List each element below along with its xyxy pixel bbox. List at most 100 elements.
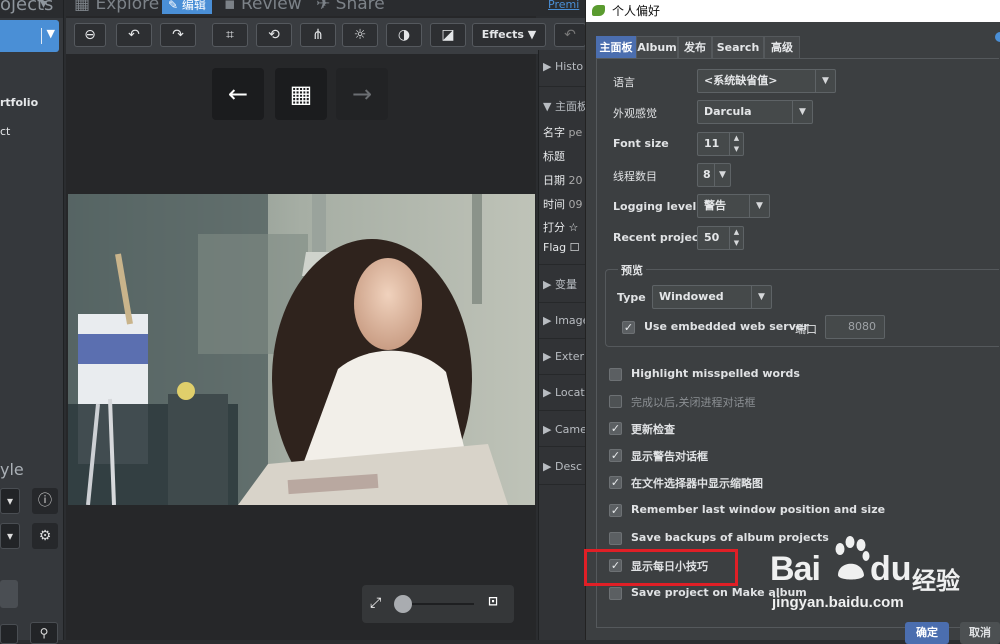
chevron-down-icon: ▼	[714, 164, 730, 186]
divider	[539, 338, 589, 339]
tab-review[interactable]: ▪ Review	[224, 0, 302, 14]
rotate-left-icon[interactable]: ↶	[116, 23, 152, 47]
premium-link[interactable]: Premi	[548, 0, 579, 11]
appearance-select[interactable]: Darcula ▼	[697, 100, 813, 124]
style-dropdown[interactable]: ▾	[0, 488, 20, 514]
ok-button[interactable]: 确定	[905, 622, 949, 644]
info-icon[interactable]: ⓘ	[32, 488, 58, 514]
recent-projects-spinner[interactable]: 50 ▲ ▼	[697, 226, 744, 250]
photo-image	[68, 194, 535, 505]
checkbox-icon[interactable]: ✓	[609, 504, 622, 517]
cancel-button[interactable]: 取消	[960, 622, 1000, 644]
project-select[interactable]: ▼	[0, 20, 59, 52]
section-variables[interactable]: ▶ 变量	[543, 276, 577, 292]
remove-icon[interactable]: ⊖	[74, 23, 106, 47]
tab-search[interactable]: Search	[712, 36, 764, 58]
section-history[interactable]: ▶ Histo	[543, 60, 583, 73]
zoom-slider-knob[interactable]	[394, 595, 412, 613]
logging-level-select[interactable]: 警告 ▼	[697, 194, 770, 218]
checkbox-icon[interactable]: ✓	[609, 449, 622, 462]
crop-icon[interactable]: ⌗	[212, 23, 248, 47]
threads-select[interactable]: 8 ▼	[697, 163, 731, 187]
highlight-annotation	[584, 549, 738, 586]
language-select[interactable]: <系统缺省值> ▼	[697, 69, 836, 93]
section-location[interactable]: ▶ Locat	[543, 386, 585, 399]
show-warning-dialog-checkbox[interactable]: ✓ 显示警告对话框	[609, 448, 909, 464]
search-icon[interactable]: ⚲	[30, 622, 58, 644]
remember-window-checkbox[interactable]: ✓ Remember last window position and size	[609, 503, 909, 519]
left-item-project[interactable]: ct	[0, 125, 10, 138]
field-flag[interactable]: Flag ☐	[543, 241, 579, 254]
spinner-arrows-icon[interactable]: ▲ ▼	[729, 227, 743, 249]
section-image[interactable]: ▶ Image	[543, 314, 589, 327]
checkbox-icon[interactable]: ✓	[609, 422, 622, 435]
levels-icon[interactable]: ◪	[430, 23, 466, 47]
checkbox-icon[interactable]	[609, 368, 622, 381]
edit-toolbar: ⊖ ↶ ↷ ⌗ ⟲ ⋔ ☼ ◑ ◪ Effects ▼ ↶	[66, 18, 586, 54]
checkbox-icon[interactable]: ✓	[609, 476, 622, 489]
effects-button[interactable]: Effects ▼	[472, 23, 546, 47]
checkbox-icon[interactable]	[609, 587, 622, 600]
actual-size-icon[interactable]: ⊡	[488, 594, 498, 608]
field-name: 名字 pe	[543, 126, 583, 139]
zoom-bar: ⤢ ⊡	[362, 585, 514, 623]
checkbox-icon[interactable]	[609, 532, 622, 545]
close-progress-dialog-checkbox[interactable]: 完成以后,关闭进程对话框	[609, 394, 909, 410]
font-size-label: Font size	[613, 137, 669, 150]
field-time: 时间 09	[543, 198, 583, 211]
style-label: yle	[0, 460, 24, 479]
section-description[interactable]: ▶ Desc	[543, 460, 582, 473]
field-caption: 标题	[543, 150, 565, 163]
chevron-down-icon: ▼	[751, 286, 771, 308]
section-external[interactable]: ▶ Exter	[543, 350, 584, 363]
show-thumbnails-checkbox[interactable]: ✓ 在文件选择器中显示缩略图	[609, 475, 909, 491]
port-label: 端口	[795, 323, 817, 336]
style-dropdown-2[interactable]: ▾	[0, 523, 20, 549]
divider	[539, 374, 589, 375]
projects-chevron-icon[interactable]: ▾	[40, 0, 47, 12]
section-main-panel[interactable]: ▼ 主面板	[543, 98, 588, 114]
tab-advanced[interactable]: 高级	[764, 36, 800, 58]
port-input[interactable]: 8080	[825, 315, 885, 339]
section-camera[interactable]: ▶ Came	[543, 423, 587, 436]
checkbox-icon[interactable]: ✓	[622, 321, 635, 334]
tab-publish[interactable]: 发布	[678, 36, 712, 58]
left-dropdown-bottom[interactable]	[0, 624, 18, 644]
divider	[539, 302, 589, 303]
check-updates-checkbox[interactable]: ✓ 更新检查	[609, 421, 909, 437]
dialog-title-bar[interactable]: 个人偏好	[586, 0, 1000, 22]
highlight-misspelled-checkbox[interactable]: Highlight misspelled words	[609, 367, 909, 383]
contrast-icon[interactable]: ◑	[386, 23, 422, 47]
fit-screen-icon[interactable]: ⤢	[370, 595, 381, 611]
checkbox-icon[interactable]	[609, 395, 622, 408]
rotate-right-icon[interactable]: ↷	[160, 23, 196, 47]
tab-share[interactable]: ✈ Share	[316, 0, 385, 14]
grid-view-icon[interactable]: ▦	[275, 68, 327, 120]
spinner-arrows-icon[interactable]: ▲ ▼	[729, 133, 743, 155]
tab-explore[interactable]: ▦ Explore	[74, 0, 159, 14]
right-info-panel: ▶ Histo ▼ 主面板 名字 pe 标题 日期 20 时间 09 打分 ☆ …	[538, 50, 589, 640]
left-item-portfolio[interactable]: rtfolio	[0, 96, 38, 109]
dialog-title: 个人偏好	[612, 4, 661, 18]
next-arrow-icon[interactable]: →	[336, 68, 388, 120]
appearance-label: 外观感觉	[613, 107, 657, 120]
divider	[539, 264, 589, 265]
tab-edit[interactable]: ✎ 编辑	[162, 0, 212, 14]
field-rating[interactable]: 打分 ☆	[543, 219, 578, 235]
tab-album[interactable]: Album	[636, 36, 678, 58]
preview-type-select[interactable]: Windowed ▼	[652, 285, 772, 309]
brightness-icon[interactable]: ☼	[342, 23, 378, 47]
left-action-button[interactable]	[0, 580, 18, 608]
zoom-slider-track[interactable]	[402, 603, 474, 605]
tab-main-panel[interactable]: 主面板	[596, 36, 636, 58]
perspective-icon[interactable]: ⋔	[300, 23, 336, 47]
font-size-spinner[interactable]: 11 ▲ ▼	[697, 132, 744, 156]
undo-icon[interactable]: ↶	[554, 23, 586, 47]
watermark-url: jingyan.baidu.com	[772, 594, 904, 611]
previous-arrow-icon[interactable]: ←	[212, 68, 264, 120]
recent-projects-label: Recent projects	[613, 231, 711, 244]
preview-group: 预览 Type Windowed ▼ ✓ Use embedded web ser…	[605, 262, 999, 347]
gear-icon[interactable]: ⚙	[32, 523, 58, 549]
straighten-icon[interactable]: ⟲	[256, 23, 292, 47]
photo-preview[interactable]	[68, 194, 535, 505]
